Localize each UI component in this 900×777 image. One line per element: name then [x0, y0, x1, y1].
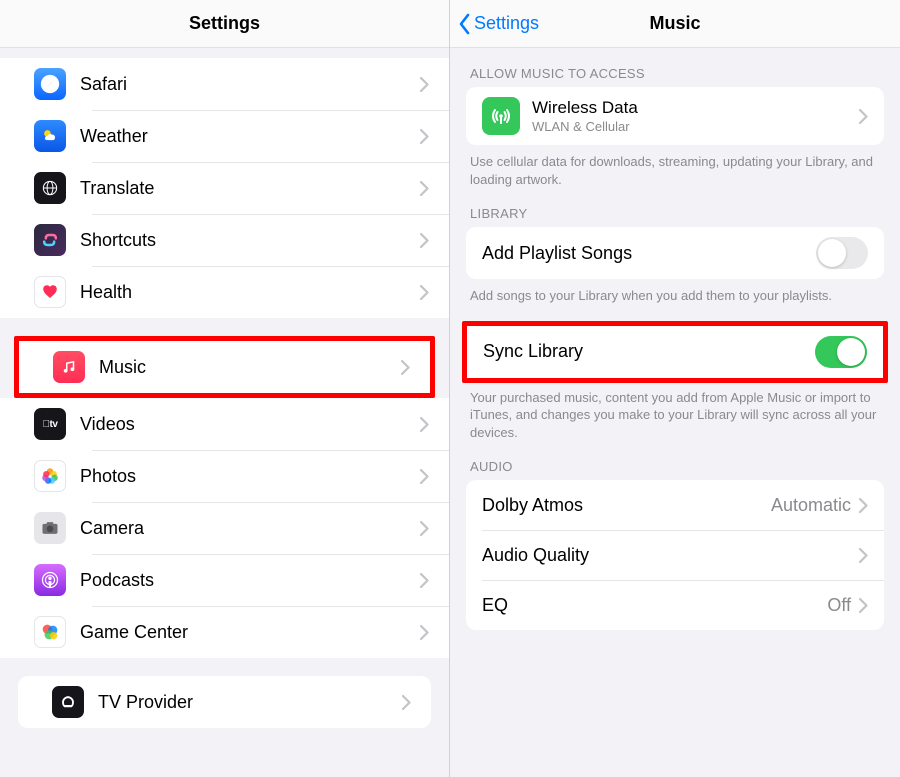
- cell-value: Automatic: [771, 495, 851, 516]
- settings-pane: Settings Safari Weather: [0, 0, 450, 777]
- row-dolby-atmos[interactable]: Dolby Atmos Automatic: [466, 480, 884, 530]
- settings-content[interactable]: Safari Weather Translate: [0, 48, 449, 777]
- row-gamecenter[interactable]: Game Center: [0, 606, 449, 658]
- cell-title: Dolby Atmos: [482, 495, 771, 516]
- camera-icon: [34, 512, 66, 544]
- row-label: Videos: [80, 414, 420, 435]
- group-audio: AUDIO Dolby Atmos Automatic Audio Qualit…: [450, 459, 900, 630]
- highlight-music: Music: [14, 336, 435, 398]
- chevron-right-icon: [420, 233, 429, 248]
- group-library-1: LIBRARY Add Playlist Songs Add songs to …: [450, 206, 900, 305]
- chevron-right-icon: [420, 469, 429, 484]
- gamecenter-icon: [34, 616, 66, 648]
- group-library-2: Sync Library Your purchased music, conte…: [450, 321, 900, 442]
- row-label: Music: [99, 357, 401, 378]
- chevron-right-icon: [420, 77, 429, 92]
- toggle-add-playlist[interactable]: [816, 237, 868, 269]
- row-podcasts[interactable]: Podcasts: [0, 554, 449, 606]
- highlight-sync-library: Sync Library: [462, 321, 888, 383]
- chevron-right-icon: [859, 598, 868, 613]
- row-wireless-data[interactable]: Wireless Data WLAN & Cellular: [466, 87, 884, 145]
- tvprovider-icon: [52, 686, 84, 718]
- chevron-right-icon: [420, 625, 429, 640]
- row-label: Weather: [80, 126, 420, 147]
- group-allow-access: ALLOW MUSIC TO ACCESS Wireless Data WLAN…: [450, 66, 900, 188]
- page-title: Music: [649, 13, 700, 34]
- row-weather[interactable]: Weather: [0, 110, 449, 162]
- chevron-right-icon: [420, 285, 429, 300]
- cell-subtitle: WLAN & Cellular: [532, 119, 859, 134]
- chevron-right-icon: [420, 573, 429, 588]
- chevron-right-icon: [859, 498, 868, 513]
- row-safari[interactable]: Safari: [0, 58, 449, 110]
- row-videos[interactable]: tv Videos: [0, 398, 449, 450]
- settings-group-apps-2: Music tv Videos: [0, 336, 449, 658]
- cell-title: Sync Library: [483, 341, 815, 362]
- group-header: AUDIO: [450, 459, 900, 480]
- row-translate[interactable]: Translate: [0, 162, 449, 214]
- row-health[interactable]: Health: [0, 266, 449, 318]
- row-audio-quality[interactable]: Audio Quality: [466, 530, 884, 580]
- navbar-music: Settings Music: [450, 0, 900, 48]
- chevron-right-icon: [401, 360, 410, 375]
- chevron-right-icon: [859, 548, 868, 563]
- row-label: Podcasts: [80, 570, 420, 591]
- toggle-sync-library[interactable]: [815, 336, 867, 368]
- shortcuts-icon: [34, 224, 66, 256]
- group-footer: Your purchased music, content you add fr…: [450, 381, 900, 442]
- settings-group-tv: TV Provider: [0, 676, 449, 728]
- music-settings-pane: Settings Music ALLOW MUSIC TO ACCESS Wir…: [450, 0, 900, 777]
- row-label: Safari: [80, 74, 420, 95]
- music-icon: [53, 351, 85, 383]
- row-eq[interactable]: EQ Off: [466, 580, 884, 630]
- photos-icon: [34, 460, 66, 492]
- group-footer: Use cellular data for downloads, streami…: [450, 145, 900, 188]
- row-tvprovider[interactable]: TV Provider: [18, 676, 431, 728]
- cell-title: Audio Quality: [482, 545, 859, 566]
- safari-icon: [34, 68, 66, 100]
- podcasts-icon: [34, 564, 66, 596]
- chevron-right-icon: [420, 181, 429, 196]
- row-label: Translate: [80, 178, 420, 199]
- chevron-right-icon: [420, 417, 429, 432]
- cell-value: Off: [827, 595, 851, 616]
- videos-icon: tv: [34, 408, 66, 440]
- group-header: LIBRARY: [450, 206, 900, 227]
- health-icon: [34, 276, 66, 308]
- chevron-left-icon: [458, 13, 472, 35]
- row-music[interactable]: Music: [19, 341, 430, 393]
- page-title: Settings: [189, 13, 260, 34]
- row-photos[interactable]: Photos: [0, 450, 449, 502]
- row-label: Camera: [80, 518, 420, 539]
- row-add-playlist-songs[interactable]: Add Playlist Songs: [466, 227, 884, 279]
- chevron-right-icon: [859, 109, 868, 124]
- group-footer: Add songs to your Library when you add t…: [450, 279, 900, 305]
- row-label: Game Center: [80, 622, 420, 643]
- navbar-settings: Settings: [0, 0, 449, 48]
- row-shortcuts[interactable]: Shortcuts: [0, 214, 449, 266]
- row-label: TV Provider: [98, 692, 402, 713]
- chevron-right-icon: [420, 521, 429, 536]
- group-header: ALLOW MUSIC TO ACCESS: [450, 66, 900, 87]
- row-label: Shortcuts: [80, 230, 420, 251]
- cell-title: Add Playlist Songs: [482, 243, 816, 264]
- antenna-icon: [482, 97, 520, 135]
- back-button[interactable]: Settings: [458, 13, 539, 35]
- translate-icon: [34, 172, 66, 204]
- cell-title: Wireless Data: [532, 98, 859, 118]
- back-label: Settings: [474, 13, 539, 34]
- chevron-right-icon: [420, 129, 429, 144]
- music-content[interactable]: ALLOW MUSIC TO ACCESS Wireless Data WLAN…: [450, 48, 900, 777]
- weather-icon: [34, 120, 66, 152]
- row-label: Photos: [80, 466, 420, 487]
- row-sync-library[interactable]: Sync Library: [467, 326, 883, 378]
- chevron-right-icon: [402, 695, 411, 710]
- row-label: Health: [80, 282, 420, 303]
- row-camera[interactable]: Camera: [0, 502, 449, 554]
- settings-group-apps-1: Safari Weather Translate: [0, 58, 449, 318]
- cell-title: EQ: [482, 595, 827, 616]
